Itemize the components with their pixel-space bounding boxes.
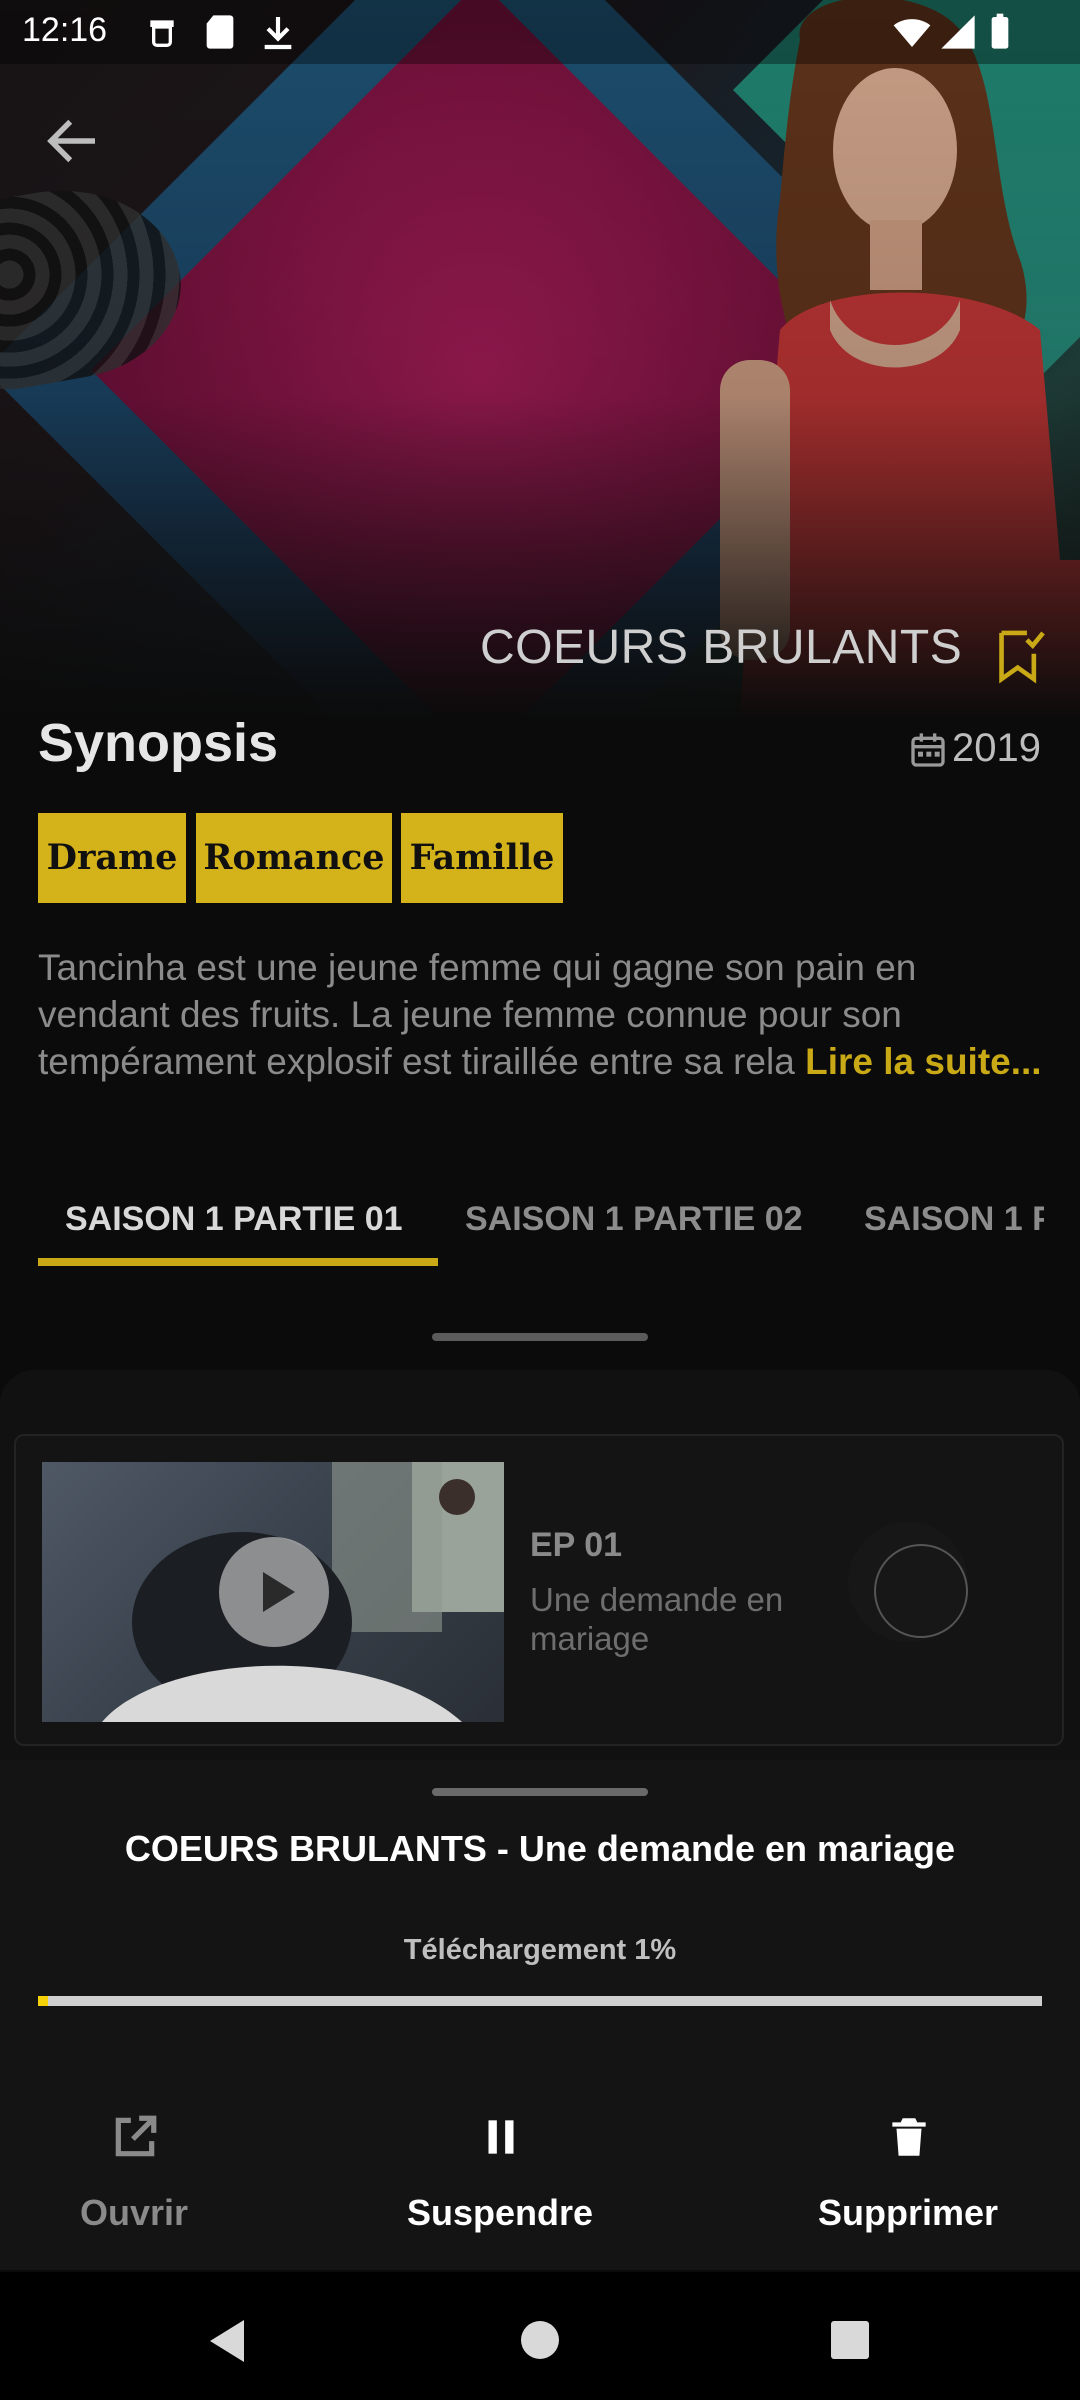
series-title: COEURS BRULANTS	[480, 621, 963, 674]
calendar-icon	[911, 733, 945, 767]
wifi-icon	[893, 19, 931, 47]
tab-season-1-part-02[interactable]: SAISON 1 PARTIE 02	[465, 1200, 803, 1239]
download-status: Téléchargement 1%	[403, 1934, 677, 1966]
hero-image	[0, 0, 1080, 720]
episode-number: EP 01	[530, 1526, 623, 1564]
synopsis-text: Tancinha est une jeune femme qui gagne s…	[38, 944, 1048, 1085]
synopsis-body: Tancinha est une jeune femme qui gagne s…	[38, 947, 917, 1082]
system-navigation-bar	[0, 2272, 1080, 2400]
synopsis-heading: Synopsis	[38, 713, 279, 773]
download-title: COEURS BRULANTS - Une demande en mariage	[124, 1828, 956, 1869]
open-external-icon	[115, 2115, 157, 2157]
open-button[interactable]: Ouvrir	[24, 2112, 244, 2233]
open-label: Ouvrir	[79, 2192, 189, 2233]
notification-app-icon	[150, 20, 174, 47]
signal-icon	[941, 15, 975, 49]
play-button[interactable]	[219, 1537, 329, 1647]
download-progress-ring	[874, 1544, 968, 1638]
sd-card-icon	[206, 15, 234, 49]
genre-tag[interactable]: Romance	[196, 813, 392, 903]
genre-tag[interactable]: Drame	[38, 813, 186, 903]
genre-tag[interactable]: Famille	[401, 813, 563, 903]
play-icon	[263, 1572, 295, 1612]
download-progress-bar	[38, 1996, 1042, 2006]
season-tabs: SAISON 1 PARTIE 01 SAISON 1 PARTIE 02 SA…	[0, 1190, 1044, 1260]
pause-icon	[488, 2120, 514, 2154]
hero-gradient-overlay	[0, 0, 1080, 720]
trash-icon	[892, 2118, 926, 2156]
pause-button[interactable]: Suspendre	[390, 2112, 610, 2233]
nav-recents-icon[interactable]	[830, 2320, 870, 2360]
nav-back-icon[interactable]	[204, 2316, 248, 2366]
status-time: 12:16	[22, 11, 108, 49]
back-arrow-icon[interactable]	[40, 108, 106, 174]
delete-button[interactable]: Supprimer	[798, 2112, 1018, 2233]
download-status-icon	[264, 17, 292, 50]
sheet-drag-handle[interactable]	[432, 1788, 648, 1796]
sheet-drag-handle[interactable]	[432, 1333, 648, 1341]
release-year: 2019	[952, 726, 1041, 770]
download-progress-fill	[38, 1996, 49, 2006]
tab-season-1-part-01[interactable]: SAISON 1 PARTIE 01	[65, 1200, 403, 1239]
read-more-link[interactable]: Lire la suite...	[805, 1041, 1041, 1082]
delete-label: Supprimer	[817, 2192, 999, 2233]
pause-label: Suspendre	[406, 2192, 594, 2233]
episode-title: Une demande en mariage	[530, 1581, 784, 1657]
active-tab-indicator	[38, 1258, 438, 1266]
bookmark-check-icon[interactable]	[992, 626, 1048, 686]
battery-icon	[991, 13, 1009, 49]
nav-home-icon[interactable]	[520, 2320, 560, 2360]
tab-season-1-part-03[interactable]: SAISON 1 PARTIE 03	[864, 1200, 1044, 1239]
